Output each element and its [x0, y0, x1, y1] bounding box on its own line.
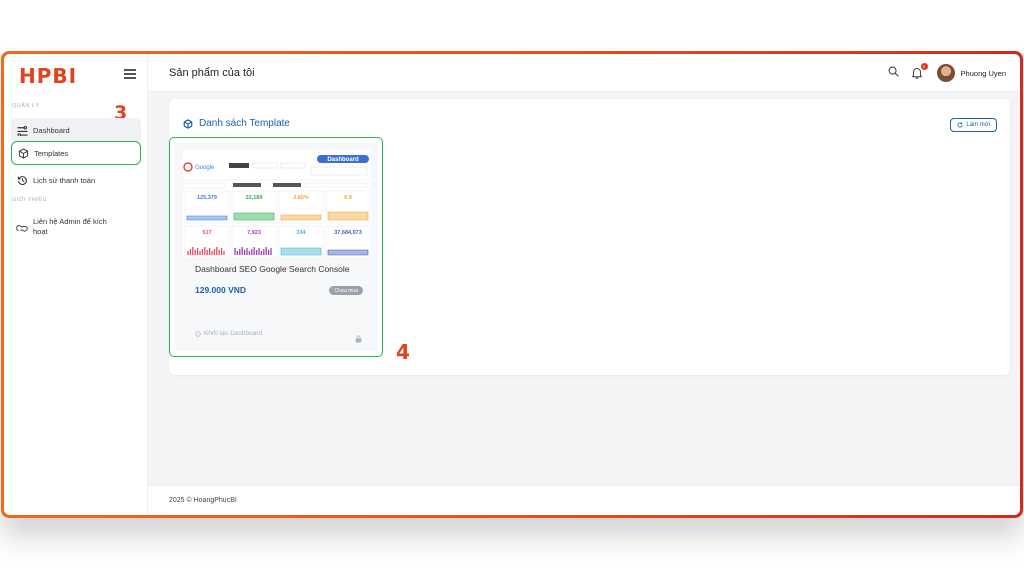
- template-thumbnail-image: Google Dashboard 125,379 22,189 3.85% 9.…: [182, 149, 371, 259]
- app-frame: HPBI QUẢN LÝ 3 Dashboard Templates Lịch …: [1, 51, 1023, 518]
- avatar[interactable]: [936, 64, 955, 82]
- metric-sparkline: [186, 215, 228, 221]
- sidebar-item-label: Liên hệ Admin để kích hoạt: [33, 217, 107, 236]
- footer-text: 2025 © HoangPhucBI: [169, 497, 237, 504]
- metric-sparkline: [233, 212, 275, 221]
- search-icon[interactable]: [888, 64, 899, 82]
- sidebar-item-label: Dashboard: [33, 125, 70, 135]
- metric-value: 334: [296, 230, 306, 236]
- status-badge: Chưa mua: [329, 286, 363, 295]
- notifications-button[interactable]: 0: [911, 63, 928, 80]
- metric-tile: 7,923: [231, 225, 277, 259]
- logo: HPBI: [19, 64, 78, 88]
- metric-value: 125,379: [197, 195, 217, 201]
- metric-value: 9.9: [344, 195, 352, 201]
- sidebar-item-label: Templates: [34, 148, 69, 158]
- metric-sparkline: [280, 247, 322, 256]
- thumbnail-tag: Dashboard: [327, 157, 359, 163]
- metric-tile: 37,684,073: [325, 225, 371, 259]
- metric-tile: 3.85%: [278, 190, 324, 224]
- section-label-manage: QUẢN LÝ: [12, 103, 40, 109]
- menu-toggle-icon[interactable]: [124, 69, 136, 79]
- metric-value: 7,923: [247, 230, 261, 236]
- metric-sparkline: [327, 211, 369, 221]
- metric-tile: 517: [184, 225, 230, 259]
- box-icon: [183, 118, 193, 129]
- notification-badge: 0: [920, 63, 928, 70]
- metric-value: 517: [202, 230, 211, 236]
- page-title: Sản phẩm của tôi: [169, 66, 255, 79]
- template-card[interactable]: Google Dashboard 125,379 22,189 3.85% 9.…: [169, 137, 383, 357]
- init-dashboard-button[interactable]: Khởi tạo Dashboard: [195, 330, 262, 337]
- main-area: Sản phẩm của tôi 0 Phuong Uyen Danh sách…: [148, 54, 1020, 515]
- metric-value: 37,684,073: [334, 230, 362, 236]
- template-card-body: Google Dashboard 125,379 22,189 3.85% 9.…: [175, 143, 377, 351]
- metric-tile: 334: [278, 225, 324, 259]
- init-dashboard-label: Khởi tạo Dashboard: [204, 330, 263, 337]
- sidebar-item-dashboard[interactable]: Dashboard: [11, 118, 141, 142]
- topbar: Sản phẩm của tôi 0 Phuong Uyen: [148, 54, 1020, 92]
- section-title-text: Danh sách Template: [199, 118, 290, 129]
- template-price: 129.000 VND: [195, 285, 247, 295]
- user-name[interactable]: Phuong Uyen: [961, 69, 1006, 78]
- sidebar: HPBI QUẢN LÝ 3 Dashboard Templates Lịch …: [4, 54, 148, 515]
- metric-value: 3.85%: [293, 195, 309, 201]
- metric-tile: 9.9: [325, 190, 371, 224]
- topbar-actions: 0 Phuong Uyen: [888, 63, 1006, 82]
- metric-sparkline: [280, 214, 322, 221]
- app-window: HPBI QUẢN LÝ 3 Dashboard Templates Lịch …: [4, 54, 1020, 515]
- box-icon: [12, 147, 34, 159]
- info-icon: [195, 330, 201, 337]
- handshake-icon: [11, 217, 33, 233]
- metric-value: 22,189: [246, 195, 263, 201]
- dashboard-icon: [11, 125, 33, 136]
- sidebar-item-contact-admin[interactable]: Liên hệ Admin để kích hoạt: [11, 213, 141, 245]
- sidebar-item-templates[interactable]: Templates: [11, 141, 141, 165]
- history-icon: [11, 175, 33, 186]
- metric-tile: 125,379: [184, 190, 230, 224]
- section-label-intro: GIỚI THIỆU: [12, 197, 47, 203]
- refresh-button[interactable]: Làm mới: [950, 118, 997, 132]
- sidebar-item-payment-history[interactable]: Lịch sử thanh toán: [11, 168, 141, 192]
- refresh-label: Làm mới: [966, 122, 990, 128]
- refresh-icon: [957, 122, 963, 128]
- footer: 2025 © HoangPhucBI: [148, 485, 1020, 515]
- template-name: Dashboard SEO Google Search Console: [195, 264, 350, 274]
- step-marker-4: 4: [396, 340, 410, 364]
- metric-tile: 22,189: [231, 190, 277, 224]
- section-title: Danh sách Template: [183, 118, 290, 129]
- google-logo: Google: [195, 165, 215, 171]
- template-thumbnail: Google Dashboard 125,379 22,189 3.85% 9.…: [182, 149, 371, 259]
- template-list-card: Danh sách Template Làm mới Google Dashbo…: [169, 99, 1010, 375]
- lock-icon: [355, 330, 362, 348]
- metric-sparkline: [327, 249, 369, 256]
- sidebar-item-label: Lịch sử thanh toán: [33, 175, 96, 185]
